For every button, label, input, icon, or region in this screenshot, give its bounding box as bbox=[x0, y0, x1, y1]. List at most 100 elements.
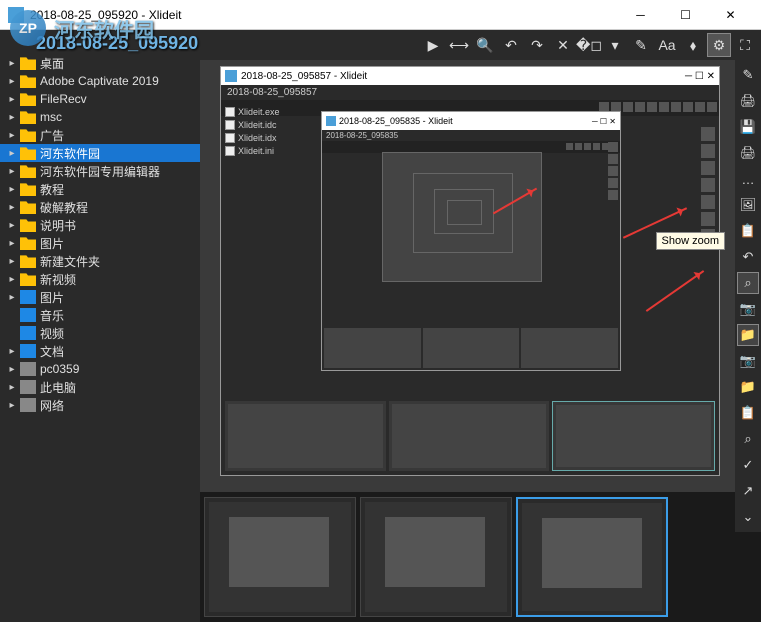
minimize-button[interactable]: ─ bbox=[618, 1, 663, 29]
vtoolbar-btn-4[interactable]: … bbox=[737, 168, 759, 190]
tree-item-2[interactable]: ▸FileRecv bbox=[0, 90, 200, 108]
fullscreen-button[interactable]: ⛶ bbox=[733, 33, 757, 57]
nested-breadcrumb-1: 2018-08-25_095857 bbox=[221, 85, 719, 100]
edit-button[interactable]: ✎ bbox=[629, 33, 653, 57]
expand-icon[interactable]: ▸ bbox=[6, 345, 18, 357]
crop-button[interactable]: �◻ bbox=[577, 33, 601, 57]
expand-icon[interactable]: ▸ bbox=[6, 201, 18, 213]
vtoolbar-btn-0[interactable]: ✎ bbox=[737, 64, 759, 86]
tree-item-19[interactable]: ▸网络 bbox=[0, 396, 200, 414]
vtoolbar-btn-3[interactable]: 🖨 bbox=[737, 142, 759, 164]
expand-icon[interactable]: ▸ bbox=[6, 237, 18, 249]
tree-item-16[interactable]: ▸文档 bbox=[0, 342, 200, 360]
tree-label: 此电脑 bbox=[40, 379, 76, 396]
tree-item-3[interactable]: ▸msc bbox=[0, 108, 200, 126]
expand-icon[interactable]: ▸ bbox=[6, 111, 18, 123]
tree-item-14[interactable]: 音乐 bbox=[0, 306, 200, 324]
expand-icon[interactable]: ▸ bbox=[6, 183, 18, 195]
vtoolbar-btn-7[interactable]: ↶ bbox=[737, 246, 759, 268]
tree-label: 说明书 bbox=[40, 217, 76, 234]
expand-icon[interactable]: ▸ bbox=[6, 75, 18, 87]
vtoolbar-btn-9[interactable]: 📷 bbox=[737, 298, 759, 320]
vtoolbar-btn-17[interactable]: ⌄ bbox=[737, 506, 759, 528]
vtoolbar-btn-1[interactable]: 🖨 bbox=[737, 90, 759, 112]
thumbnail-2[interactable] bbox=[516, 497, 668, 617]
zoom-button[interactable]: 🔍 bbox=[473, 33, 497, 57]
filmstrip[interactable] bbox=[200, 492, 761, 622]
tree-label: 视频 bbox=[40, 325, 64, 342]
zoom-fit-button[interactable]: ⟷ bbox=[447, 33, 471, 57]
expand-icon[interactable]: ▸ bbox=[6, 273, 18, 285]
expand-icon[interactable] bbox=[6, 309, 18, 321]
file-icon bbox=[225, 107, 235, 117]
vtoolbar-btn-16[interactable]: ↗ bbox=[737, 480, 759, 502]
tree-item-10[interactable]: ▸ 图片 bbox=[0, 234, 200, 252]
thumbnail-1[interactable] bbox=[360, 497, 512, 617]
tree-item-15[interactable]: 视频 bbox=[0, 324, 200, 342]
folder-icon bbox=[20, 200, 36, 214]
rotate-right-button[interactable]: ↷ bbox=[525, 33, 549, 57]
expand-icon[interactable]: ▸ bbox=[6, 219, 18, 231]
tree-item-0[interactable]: ▸桌面 bbox=[0, 54, 200, 72]
tree-label: 图片 bbox=[40, 235, 64, 252]
vtoolbar-btn-15[interactable]: ✓ bbox=[737, 454, 759, 476]
expand-icon[interactable]: ▸ bbox=[6, 399, 18, 411]
tree-item-12[interactable]: ▸新视频 bbox=[0, 270, 200, 288]
folder-icon bbox=[20, 56, 36, 70]
delete-button[interactable]: ✕ bbox=[551, 33, 575, 57]
expand-icon[interactable]: ▸ bbox=[6, 363, 18, 375]
tree-label: pc0359 bbox=[40, 362, 79, 376]
text-button[interactable]: Aa bbox=[655, 33, 679, 57]
folder-icon bbox=[20, 182, 36, 196]
more-button[interactable]: ▾ bbox=[603, 33, 627, 57]
thumbnail-0[interactable] bbox=[204, 497, 356, 617]
close-button[interactable]: ✕ bbox=[708, 1, 753, 29]
nested-icon bbox=[225, 70, 237, 82]
tree-item-11[interactable]: ▸ 新建文件夹 bbox=[0, 252, 200, 270]
vtoolbar-btn-8[interactable]: ⌕ bbox=[737, 272, 759, 294]
tree-item-17[interactable]: ▸ pc0359 bbox=[0, 360, 200, 378]
expand-icon[interactable] bbox=[6, 327, 18, 339]
vtoolbar-btn-14[interactable]: ⌕ bbox=[737, 428, 759, 450]
tree-item-9[interactable]: ▸ 说明书 bbox=[0, 216, 200, 234]
nested-title-1: 2018-08-25_095857 - Xlideit ─ ☐ ✕ bbox=[221, 67, 719, 85]
vtoolbar-btn-6[interactable]: 📋 bbox=[737, 220, 759, 242]
drive-icon bbox=[20, 362, 36, 376]
vtoolbar-btn-11[interactable]: 📷 bbox=[737, 350, 759, 372]
expand-icon[interactable]: ▸ bbox=[6, 381, 18, 393]
expand-icon[interactable]: ▸ bbox=[6, 147, 18, 159]
tree-item-5[interactable]: ▸ 河东软件园 bbox=[0, 144, 200, 162]
window-title: 2018-08-25_095920 - Xlideit bbox=[30, 8, 618, 22]
tree-item-6[interactable]: ▸河东软件园专用编辑器 bbox=[0, 162, 200, 180]
expand-icon[interactable]: ▸ bbox=[6, 93, 18, 105]
nested-window-1: 2018-08-25_095857 - Xlideit ─ ☐ ✕ 2018-0… bbox=[220, 66, 720, 476]
expand-icon[interactable]: ▸ bbox=[6, 129, 18, 141]
tree-label: 图片 bbox=[40, 289, 64, 306]
tree-item-8[interactable]: ▸破解教程 bbox=[0, 198, 200, 216]
tree-item-18[interactable]: ▸ 此电脑 bbox=[0, 378, 200, 396]
expand-icon[interactable]: ▸ bbox=[6, 165, 18, 177]
tree-label: 新建文件夹 bbox=[40, 253, 100, 270]
nested-file-row: Xlideit.idc bbox=[225, 118, 280, 131]
tag-button[interactable]: ⬧ bbox=[681, 33, 705, 57]
expand-icon[interactable]: ▸ bbox=[6, 291, 18, 303]
expand-icon[interactable]: ▸ bbox=[6, 57, 18, 69]
vtoolbar-btn-10[interactable]: 📁 bbox=[737, 324, 759, 346]
tree-label: 河东软件园 bbox=[40, 145, 100, 162]
image-canvas[interactable]: 2018-08-25_095857 - Xlideit ─ ☐ ✕ 2018-0… bbox=[200, 60, 761, 492]
file-icon bbox=[225, 146, 235, 156]
tree-item-4[interactable]: ▸广告 bbox=[0, 126, 200, 144]
folder-tree[interactable]: ▸桌面▸Adobe Captivate 2019▸FileRecv▸msc▸广告… bbox=[0, 30, 200, 622]
vtoolbar-btn-2[interactable]: 💾 bbox=[737, 116, 759, 138]
vtoolbar-btn-5[interactable]: 🖼 bbox=[737, 194, 759, 216]
play-button[interactable]: ▶ bbox=[421, 33, 445, 57]
tree-item-13[interactable]: ▸ 图片 bbox=[0, 288, 200, 306]
tree-item-7[interactable]: ▸教程 bbox=[0, 180, 200, 198]
maximize-button[interactable]: ☐ bbox=[663, 1, 708, 29]
expand-icon[interactable]: ▸ bbox=[6, 255, 18, 267]
settings-button[interactable]: ⚙ bbox=[707, 33, 731, 57]
tree-item-1[interactable]: ▸Adobe Captivate 2019 bbox=[0, 72, 200, 90]
vtoolbar-btn-13[interactable]: 📋 bbox=[737, 402, 759, 424]
rotate-left-button[interactable]: ↶ bbox=[499, 33, 523, 57]
vtoolbar-btn-12[interactable]: 📁 bbox=[737, 376, 759, 398]
